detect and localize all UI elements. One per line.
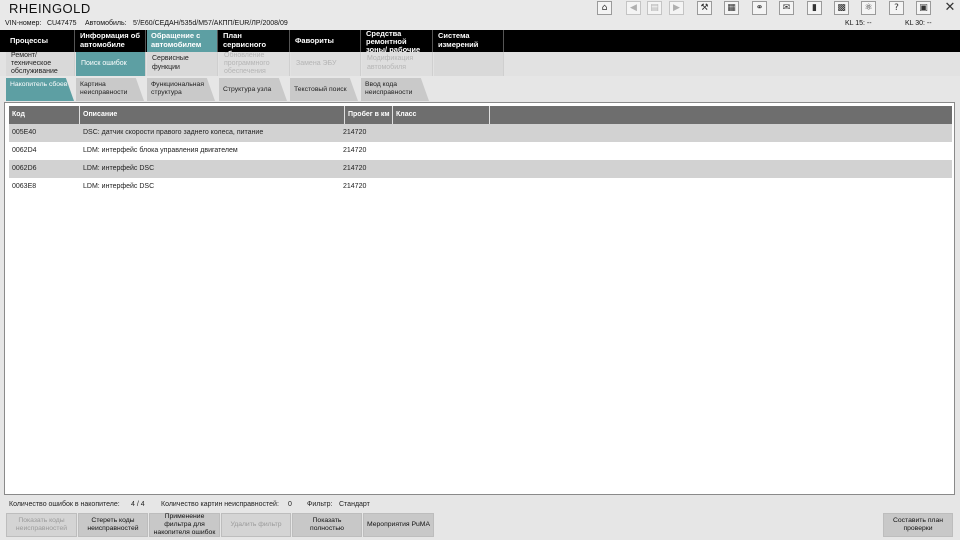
- table-header: Код Описание Пробег в км Класс: [9, 106, 952, 124]
- main-nav-favorites[interactable]: Фавориты: [291, 30, 361, 52]
- wrench-icon[interactable]: ⚒: [697, 1, 712, 15]
- tab-functional-structure[interactable]: Функциональная структура: [147, 78, 215, 101]
- main-nav-vehicle-info[interactable]: Информация об автомобиле: [76, 30, 146, 52]
- close-icon[interactable]: ✕: [943, 0, 957, 15]
- remove-filter-button[interactable]: Удалить фильтр: [221, 513, 291, 537]
- cell-description: LDM: интерфейс DSC: [83, 165, 155, 172]
- vehicle-info-bar: VIN-номер: CU47475 Автомобиль: 5'/E60/СЕ…: [0, 18, 960, 30]
- main-nav-service-plan[interactable]: План сервисного обслуживания: [219, 30, 290, 52]
- tab-fault-code-entry[interactable]: Ввод кода неисправности: [361, 78, 429, 101]
- tab-fault-memory[interactable]: Накопитель сбоев: [6, 78, 74, 101]
- window-icon[interactable]: ▣: [916, 1, 931, 15]
- bottom-toolbar: Показать коды неисправностей Стереть код…: [0, 512, 960, 538]
- link-icon[interactable]: ⚭: [752, 1, 767, 15]
- cell-class: [393, 142, 396, 160]
- car-value: 5'/E60/СЕДАН/535d/M57/АКПП/EUR/ЛР/2008/0…: [133, 20, 288, 27]
- column-header-class[interactable]: Класс: [393, 106, 490, 124]
- column-header-code[interactable]: Код: [9, 106, 80, 124]
- filter-value: Стандарт: [339, 501, 370, 508]
- show-all-button[interactable]: Показать полностью: [292, 513, 362, 537]
- fault-memory-panel: Код Описание Пробег в км Класс 005E40 DS…: [4, 102, 955, 495]
- main-nav-vehicle-handling[interactable]: Обращение с автомобилем: [147, 30, 218, 52]
- filter-label: Фильтр:: [307, 501, 333, 508]
- cell-mileage: 214720: [343, 147, 367, 154]
- tab-bar: Накопитель сбоев Картина неисправности Ф…: [0, 78, 960, 102]
- fault-table: Код Описание Пробег в км Класс 005E40 DS…: [9, 106, 952, 196]
- cell-code: 0063E8: [12, 183, 37, 190]
- mail-icon[interactable]: ✉: [779, 1, 794, 15]
- cell-description: LDM: интерфейс DSC: [83, 183, 155, 190]
- main-nav-measurement-system[interactable]: Система измерений: [434, 30, 504, 52]
- cell-mileage: 214720: [343, 183, 367, 190]
- table-row[interactable]: 0063E8 LDM: интерфейс DSC 214720: [9, 178, 952, 196]
- table-row[interactable]: 0062D6 LDM: интерфейс DSC 214720: [9, 160, 952, 178]
- cell-mileage: 214720: [343, 165, 367, 172]
- clear-fault-codes-button[interactable]: Стереть коды неисправностей: [78, 513, 148, 537]
- back-icon[interactable]: ◀: [626, 1, 641, 15]
- cell-code: 0062D6: [12, 165, 37, 172]
- fault-pictures-value: 0: [288, 501, 292, 508]
- summary-line: Количество ошибок в накопителе: 4 / 4 Ко…: [0, 499, 960, 511]
- sub-nav-empty-slot: [434, 52, 504, 76]
- cell-class: [393, 160, 396, 178]
- cell-description: DSC: датчик скорости правого заднего кол…: [83, 129, 264, 136]
- tab-fault-pattern[interactable]: Картина неисправности: [76, 78, 144, 101]
- cell-code: 005E40: [12, 129, 37, 136]
- home-icon[interactable]: ⌂: [597, 1, 612, 15]
- calculator-icon[interactable]: ▦: [724, 1, 739, 15]
- app-title: RHEINGOLD: [9, 1, 91, 16]
- cell-class: [393, 178, 396, 196]
- sub-nav-vehicle-modification[interactable]: Модификация автомобиля: [362, 52, 433, 76]
- show-fault-codes-button[interactable]: Показать коды неисправностей: [6, 513, 77, 537]
- tab-text-search[interactable]: Текстовый поиск: [290, 78, 358, 101]
- sub-nav-repair-maintenance[interactable]: Ремонт/ техническое обслуживание: [6, 52, 75, 76]
- table-row[interactable]: 0062D4 LDM: интерфейс блока управления д…: [9, 142, 952, 160]
- cell-code: 0062D4: [12, 147, 37, 154]
- vin-value: CU47475: [47, 20, 77, 27]
- kl30-status: KL 30: --: [905, 20, 932, 27]
- cell-description: LDM: интерфейс блока управления двигател…: [83, 147, 238, 154]
- monitor-icon[interactable]: ▩: [834, 1, 849, 15]
- errors-count-value: 4 / 4: [131, 501, 145, 508]
- title-bar: RHEINGOLD ⌂ ◀ ▤ ▶ ⚒ ▦ ⚭ ✉ ▮ ▩ ⚛ ? ▣ ✕: [0, 0, 960, 18]
- main-nav: Процессы Информация об автомобиле Обраще…: [0, 30, 960, 52]
- connection-icon[interactable]: ⚛: [861, 1, 876, 15]
- errors-count-label: Количество ошибок в накопителе:: [9, 501, 120, 508]
- main-nav-workshop-fluids[interactable]: Средства ремонтной зоны/ рабочие жидкост…: [362, 30, 433, 52]
- help-icon[interactable]: ?: [889, 1, 904, 15]
- vin-label: VIN-номер:: [5, 20, 42, 27]
- sub-nav: Ремонт/ техническое обслуживание Поиск о…: [0, 52, 960, 76]
- car-label: Автомобиль:: [85, 20, 127, 27]
- sub-nav-ecu-replacement[interactable]: Замена ЭБУ: [291, 52, 361, 76]
- create-test-plan-button[interactable]: Составить план проверки: [883, 513, 953, 537]
- column-header-mileage[interactable]: Пробег в км: [345, 106, 393, 124]
- puma-measures-button[interactable]: Мероприятия PuMA: [363, 513, 434, 537]
- sub-nav-software-update[interactable]: Обновление программного обеспечения: [219, 52, 290, 76]
- apply-filter-button[interactable]: Применение фильтра для накопителя ошибок: [149, 513, 220, 537]
- table-row[interactable]: 005E40 DSC: датчик скорости правого задн…: [9, 124, 952, 142]
- app-window: RHEINGOLD ⌂ ◀ ▤ ▶ ⚒ ▦ ⚭ ✉ ▮ ▩ ⚛ ? ▣ ✕ VI…: [0, 0, 960, 540]
- sub-nav-service-functions[interactable]: Сервисные функции: [147, 52, 218, 76]
- tab-component-structure[interactable]: Структура узла: [219, 78, 287, 101]
- forward-icon[interactable]: ▶: [669, 1, 684, 15]
- main-nav-processes[interactable]: Процессы: [6, 30, 75, 52]
- sub-nav-fault-search[interactable]: Поиск ошибок: [76, 52, 146, 76]
- cell-mileage: 214720: [343, 129, 367, 136]
- column-header-description[interactable]: Описание: [80, 106, 345, 124]
- cell-class: [393, 124, 396, 142]
- print-preview-icon[interactable]: ▤: [647, 1, 662, 15]
- battery-icon[interactable]: ▮: [807, 1, 822, 15]
- fault-pictures-label: Количество картин неисправностей:: [161, 501, 279, 508]
- kl15-status: KL 15: --: [845, 20, 872, 27]
